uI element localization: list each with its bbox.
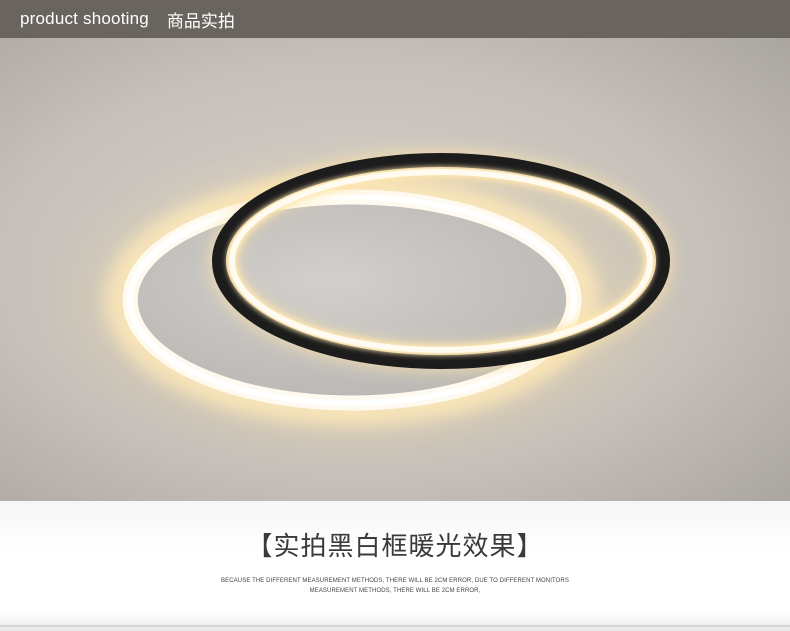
bottom-divider — [0, 625, 790, 627]
lamp-illustration — [0, 38, 790, 501]
header-bar: product shooting 商品实拍 — [0, 0, 790, 38]
header-title-en: product shooting — [20, 9, 149, 28]
header-title-cn: 商品实拍 — [166, 11, 235, 32]
caption-area: 【实拍黑白框暖光效果】 BECAUSE THE DIFFERENT MEASUR… — [0, 501, 790, 631]
caption-title: 【实拍黑白框暖光效果】 — [246, 532, 544, 562]
caption-note-line2: MEASUREMENT METHODS, THERE WILL BE 2CM E… — [309, 588, 481, 594]
product-photo — [0, 38, 790, 501]
caption-note-line1: BECAUSE THE DIFFERENT MEASUREMENT METHOD… — [221, 578, 569, 584]
